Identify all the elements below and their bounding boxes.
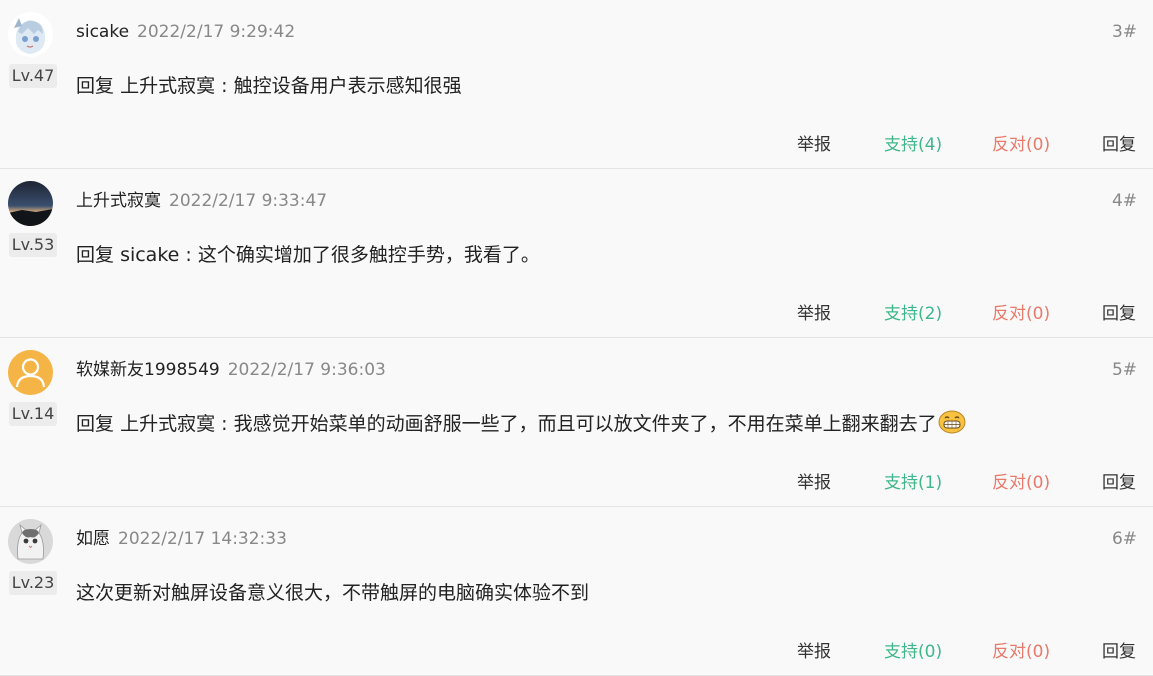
username-link[interactable]: 软媒新友1998549 <box>76 360 220 380</box>
reply-button[interactable]: 回复 <box>1102 132 1136 158</box>
reply-target-link[interactable]: 上升式寂寞 <box>120 75 215 97</box>
comment-list: Lv.47 sicake 2022/2/17 9:29:42 3# 回复 上升式寂… <box>0 0 1153 676</box>
comment-text: 我感觉开始菜单的动画舒服一些了，而且可以放文件夹了，不用在菜单上翻来翻去了 <box>233 413 937 435</box>
default-user-avatar-icon[interactable] <box>8 350 53 395</box>
floor-number: 6# <box>1111 529 1137 549</box>
comment-text: 这个确实增加了很多触控手势，我看了。 <box>197 244 540 266</box>
timestamp: 2022/2/17 9:33:47 <box>169 191 328 211</box>
reply-separator: : <box>179 244 198 266</box>
reply-prefix: 回复 <box>76 413 115 435</box>
grinning-emoji-icon <box>938 410 966 434</box>
reply-target-link[interactable]: 上升式寂寞 <box>120 413 215 435</box>
user-level-badge: Lv.14 <box>9 402 57 426</box>
reply-button[interactable]: 回复 <box>1102 470 1136 496</box>
anime-girl-avatar-icon[interactable] <box>8 12 53 57</box>
floor-number: 5# <box>1111 360 1137 380</box>
floor-number: 3# <box>1111 22 1137 42</box>
comment-body: 回复 上升式寂寞 : 触控设备用户表示感知很强 <box>76 72 462 100</box>
cat-avatar-icon[interactable] <box>8 519 53 564</box>
comment-body: 回复 上升式寂寞 : 我感觉开始菜单的动画舒服一些了，而且可以放文件夹了，不用在… <box>76 410 966 438</box>
timestamp: 2022/2/17 14:32:33 <box>118 529 287 549</box>
user-level-badge: Lv.47 <box>9 64 57 88</box>
oppose-button[interactable]: 反对(0) <box>992 301 1050 327</box>
support-button[interactable]: 支持(2) <box>884 301 942 327</box>
report-button[interactable]: 举报 <box>797 639 831 665</box>
reply-separator: : <box>215 75 234 97</box>
comment-text: 触控设备用户表示感知很强 <box>233 75 462 97</box>
report-button[interactable]: 举报 <box>797 132 831 158</box>
oppose-button[interactable]: 反对(0) <box>992 132 1050 158</box>
floor-number: 4# <box>1111 191 1137 211</box>
comment-body: 这次更新对触屏设备意义很大，不带触屏的电脑确实体验不到 <box>76 579 589 607</box>
report-button[interactable]: 举报 <box>797 301 831 327</box>
report-button[interactable]: 举报 <box>797 470 831 496</box>
reply-prefix: 回复 <box>76 75 115 97</box>
username-link[interactable]: 如愿 <box>76 529 110 549</box>
reply-button[interactable]: 回复 <box>1102 639 1136 665</box>
comment-item: Lv.14 软媒新友1998549 2022/2/17 9:36:03 5# 回复… <box>0 338 1153 507</box>
comment-item: Lv.53 上升式寂寞 2022/2/17 9:33:47 4# 回复 sicak… <box>0 169 1153 338</box>
timestamp: 2022/2/17 9:29:42 <box>137 22 296 42</box>
reply-prefix: 回复 <box>76 244 115 266</box>
comment-text: 这次更新对触屏设备意义很大，不带触屏的电脑确实体验不到 <box>76 582 590 604</box>
reply-separator: : <box>215 413 234 435</box>
comment-meta: 软媒新友1998549 2022/2/17 9:36:03 <box>76 358 386 382</box>
support-button[interactable]: 支持(0) <box>884 639 942 665</box>
support-button[interactable]: 支持(1) <box>884 470 942 496</box>
username-link[interactable]: sicake <box>76 22 129 42</box>
reply-button[interactable]: 回复 <box>1102 301 1136 327</box>
username-link[interactable]: 上升式寂寞 <box>76 191 161 211</box>
comment-meta: sicake 2022/2/17 9:29:42 <box>76 20 295 44</box>
comment-meta: 如愿 2022/2/17 14:32:33 <box>76 527 287 551</box>
comment-item: Lv.47 sicake 2022/2/17 9:29:42 3# 回复 上升式寂… <box>0 0 1153 169</box>
comment-meta: 上升式寂寞 2022/2/17 9:33:47 <box>76 189 327 213</box>
support-button[interactable]: 支持(4) <box>884 132 942 158</box>
comment-body: 回复 sicake : 这个确实增加了很多触控手势，我看了。 <box>76 241 540 269</box>
timestamp: 2022/2/17 9:36:03 <box>227 360 386 380</box>
user-level-badge: Lv.53 <box>9 233 57 257</box>
user-level-badge: Lv.23 <box>9 571 57 595</box>
reply-target-link[interactable]: sicake <box>120 244 179 266</box>
sunset-landscape-avatar-icon[interactable] <box>8 181 53 226</box>
oppose-button[interactable]: 反对(0) <box>992 639 1050 665</box>
comment-item: Lv.23 如愿 2022/2/17 14:32:33 6# 这次更新对触屏设备意… <box>0 507 1153 676</box>
oppose-button[interactable]: 反对(0) <box>992 470 1050 496</box>
